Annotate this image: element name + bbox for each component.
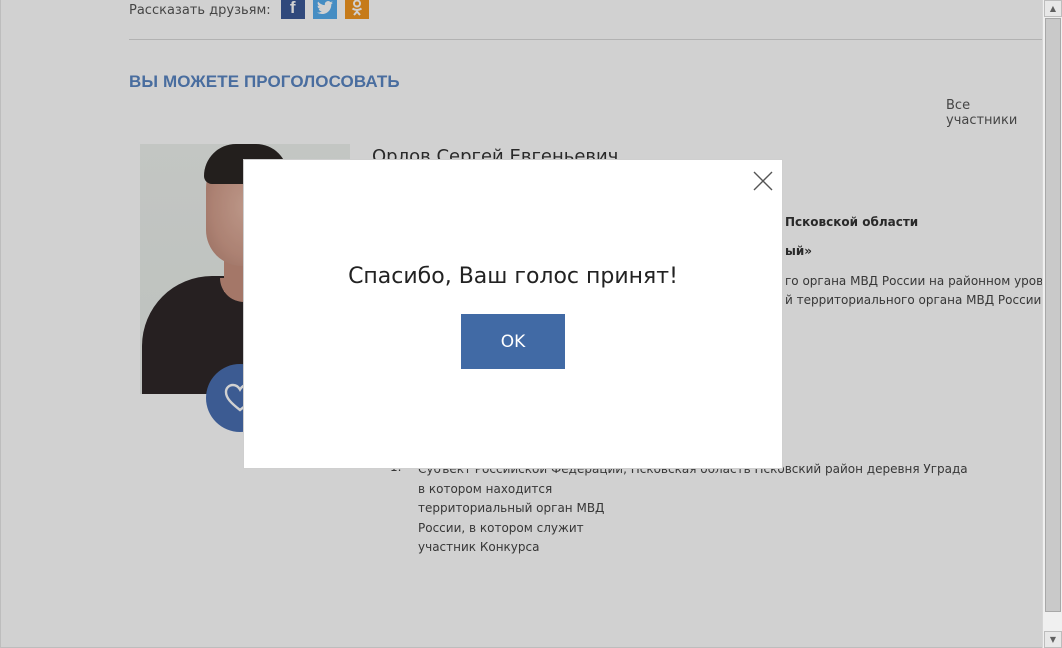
scroll-up-arrow-icon[interactable]: ▲ xyxy=(1044,0,1062,17)
scroll-down-arrow-icon[interactable]: ▼ xyxy=(1044,631,1062,648)
scrollbar-thumb[interactable] xyxy=(1045,18,1061,612)
ok-button[interactable]: OK xyxy=(461,314,565,369)
close-icon[interactable] xyxy=(752,170,774,192)
vote-confirmation-dialog: Спасибо, Ваш голос принят! OK xyxy=(243,159,783,469)
dialog-message: Спасибо, Ваш голос принят! xyxy=(348,264,678,289)
vertical-scrollbar[interactable]: ▲ ▼ xyxy=(1042,0,1062,648)
